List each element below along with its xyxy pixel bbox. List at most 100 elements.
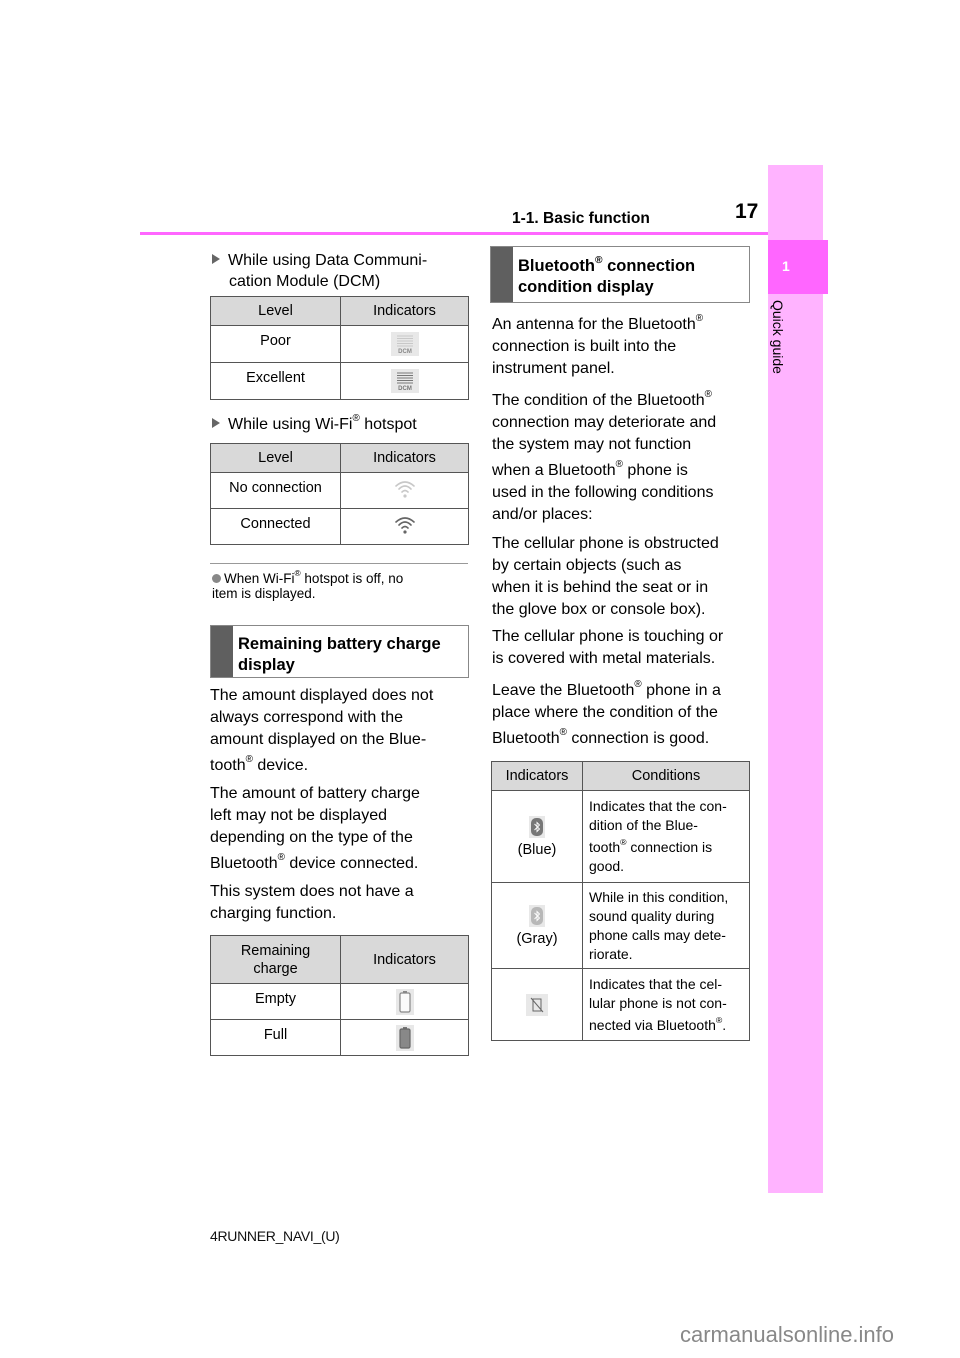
- bluetooth-section-heading: Bluetooth® connection condition display: [490, 246, 750, 303]
- table-row: Full: [210, 1019, 469, 1056]
- svg-text:DCM: DCM: [398, 349, 412, 355]
- level-cell: Poor: [210, 325, 341, 363]
- text-line: left may not be displayed: [210, 807, 387, 824]
- section-title-line1-post: connection: [602, 257, 696, 275]
- col-header-remaining-charge: Remaining charge: [210, 935, 341, 984]
- chapter-label: Quick guide: [770, 300, 790, 400]
- page-number: 17: [735, 200, 759, 223]
- text-line: nected via Bluetooth: [589, 1016, 716, 1033]
- registered-mark: ®: [559, 727, 567, 739]
- wifi-heading-text: While using Wi-Fi: [228, 416, 353, 433]
- header-rule: [140, 232, 768, 235]
- table-row: (Gray) While in this condition, sound qu…: [491, 882, 750, 969]
- dcm-table: Level Indicators Poor DCM Excellent DCM: [210, 296, 469, 400]
- text-line: the system may not function: [492, 436, 692, 453]
- text-line: used in the following conditions: [492, 484, 714, 501]
- dcm-heading: While using Data Communi- cation Module …: [212, 250, 427, 292]
- indicator-cell: [491, 968, 583, 1041]
- triangle-bullet-icon: [212, 254, 220, 264]
- indicator-cell: [340, 508, 469, 545]
- condition-cell: Indicates that the con- dition of the Bl…: [582, 790, 750, 883]
- text-line: connection is: [626, 839, 713, 855]
- section-title: 1-1. Basic function: [512, 210, 650, 227]
- level-cell: Empty: [210, 983, 341, 1020]
- text-line: .: [722, 1016, 727, 1033]
- text-line: good.: [589, 858, 625, 874]
- registered-mark: ®: [715, 1014, 723, 1025]
- col-header-level: Level: [210, 296, 341, 326]
- wifi-note: When Wi-Fi® hotspot is off, no item is d…: [212, 568, 404, 601]
- text-line: Indicates that the con-: [589, 798, 727, 814]
- section-marker: [491, 247, 513, 302]
- table-row: Excellent DCM: [210, 362, 469, 400]
- text-line: when it is behind the seat or in: [492, 579, 709, 596]
- col-header-indicators: Indicators: [340, 935, 469, 984]
- text-line: by certain objects (such as: [492, 557, 682, 574]
- section-title-line2: condition display: [518, 278, 654, 296]
- battery-para-3: This system does not have a charging fun…: [210, 881, 414, 925]
- section-title-line1: Remaining battery charge: [238, 635, 441, 653]
- registered-mark: ®: [294, 568, 301, 579]
- text-line: Bluetooth: [210, 855, 278, 872]
- indicator-cell: (Blue): [491, 790, 583, 883]
- indicator-cell: [340, 983, 469, 1020]
- text-line: place where the condition of the: [492, 704, 718, 721]
- battery-para-2: The amount of battery charge left may no…: [210, 783, 420, 875]
- model-code: 4RUNNER_NAVI_(U): [210, 1228, 340, 1244]
- text-line: tooth: [589, 839, 621, 855]
- text-line: dition of the Blue-: [589, 817, 698, 833]
- section-title-line2: display: [238, 656, 295, 674]
- registered-mark: ®: [634, 679, 642, 691]
- table-row: No connection: [210, 472, 469, 509]
- bt-para-1: An antenna for the Bluetooth® connection…: [492, 314, 703, 380]
- text-line: the glove box or console box).: [492, 601, 706, 618]
- dcm-signal-excellent-icon: DCM: [390, 369, 419, 393]
- dcm-heading-line1: While using Data Communi-: [228, 252, 428, 269]
- bluetooth-gray-icon: [529, 904, 545, 927]
- registered-mark: ®: [277, 852, 285, 864]
- indicator-cell: DCM: [340, 325, 469, 363]
- bt-para-5: Leave the Bluetooth® phone in a place wh…: [492, 680, 721, 750]
- note-text-line2: item is displayed.: [212, 586, 316, 601]
- level-cell: Full: [210, 1019, 341, 1056]
- registered-mark: ®: [695, 313, 704, 325]
- text-line: instrument panel.: [492, 360, 615, 377]
- indicator-cell: [340, 1019, 469, 1056]
- registered-mark: ®: [245, 754, 253, 766]
- text-line: device connected.: [284, 855, 419, 872]
- battery-section-heading: Remaining battery charge display: [210, 625, 469, 678]
- text-line: riorate.: [589, 945, 633, 962]
- text-line: While in this condition,: [589, 888, 729, 905]
- registered-mark: ®: [615, 459, 623, 471]
- text-line: phone is: [622, 462, 688, 479]
- chapter-number-tab[interactable]: 1: [768, 240, 828, 294]
- bt-para-2: The condition of the Bluetooth ® connecti…: [492, 390, 716, 526]
- watermark[interactable]: carmanualsonline.info: [680, 1322, 894, 1348]
- battery-full-icon: [395, 1024, 414, 1051]
- section-marker: [211, 626, 233, 677]
- bt-para-4: The cellular phone is touching or is cov…: [492, 626, 723, 670]
- wifi-no-connection-icon: [393, 478, 417, 504]
- table-row: Poor DCM: [210, 325, 469, 363]
- bt-para-3: The cellular phone is obstructed by cert…: [492, 533, 719, 621]
- text-line: An antenna for the Bluetooth: [492, 316, 696, 333]
- text-line: lular phone is not con-: [589, 994, 727, 1011]
- text-line: The condition of the Bluetooth: [492, 392, 705, 409]
- circle-bullet-icon: [212, 574, 221, 583]
- text-line: connection may deteriorate and: [492, 414, 717, 431]
- phone-not-connected-icon: [526, 993, 548, 1016]
- col-header-level: Level: [210, 443, 341, 473]
- col-header-indicators: Indicators: [491, 761, 583, 791]
- table-row: Indicates that the cel- lular phone is n…: [491, 968, 750, 1041]
- col-header-line: charge: [253, 960, 298, 977]
- wifi-table: Level Indicators No connection Connected: [210, 443, 469, 545]
- registered-mark: ®: [620, 837, 627, 848]
- battery-empty-icon: [395, 988, 414, 1015]
- level-cell: Connected: [210, 508, 341, 545]
- table-row: (Blue) Indicates that the con- dition of…: [491, 790, 750, 883]
- text-line: tooth: [210, 757, 246, 774]
- text-line: charging function.: [210, 905, 337, 922]
- text-line: sound quality during: [589, 907, 715, 924]
- note-text-post: hotspot is off, no: [300, 571, 404, 586]
- registered-mark: ®: [594, 254, 603, 266]
